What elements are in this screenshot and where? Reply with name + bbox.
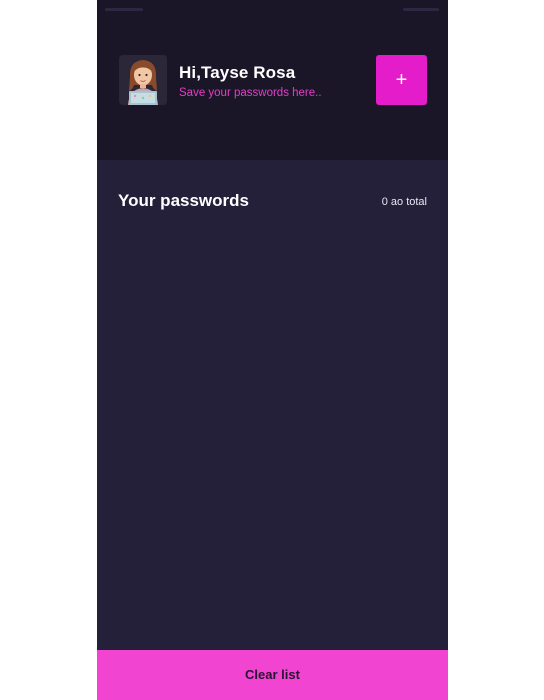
status-bar-left <box>105 8 143 11</box>
app-screen: Hi,Tayse Rosa Save your passwords here..… <box>97 0 448 700</box>
add-password-button[interactable]: + <box>376 55 427 105</box>
status-bar-right <box>403 8 439 11</box>
avatar <box>119 55 167 105</box>
passwords-count: 0 ao total <box>381 196 427 208</box>
greeting-subtitle: Save your passwords here.. <box>179 87 322 99</box>
password-list <box>97 222 448 650</box>
greeting-title: Hi,Tayse Rosa <box>179 63 296 82</box>
user-avatar-icon <box>119 55 167 105</box>
header: Hi,Tayse Rosa Save your passwords here..… <box>97 0 448 160</box>
passwords-section-title: Your passwords <box>118 191 249 210</box>
plus-icon: + <box>395 69 408 91</box>
clear-list-button[interactable]: Clear list <box>97 650 448 700</box>
status-bar <box>97 0 448 20</box>
